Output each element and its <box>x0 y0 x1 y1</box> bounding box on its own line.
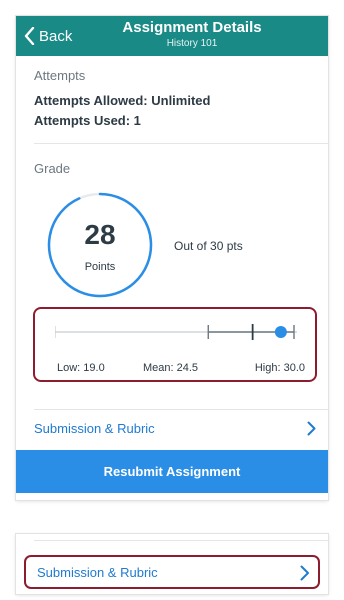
page-title: Assignment Details <box>122 19 262 36</box>
nav-bar: Back Assignment Details History 101 <box>16 16 328 56</box>
grade-out-of: Out of 30 pts <box>174 239 243 253</box>
attempts-allowed: Attempts Allowed: Unlimited <box>34 93 211 108</box>
assignment-details-screen: Back Assignment Details History 101 Atte… <box>16 16 328 500</box>
nav-titles: Assignment Details History 101 <box>96 18 288 50</box>
course-subtitle: History 101 <box>166 38 218 49</box>
score-distribution-track <box>55 324 297 340</box>
submission-rubric-label: Submission & Rubric <box>37 565 158 580</box>
attempts-section-label: Attempts <box>34 68 86 83</box>
resubmit-assignment-button[interactable]: Resubmit Assignment <box>16 450 328 493</box>
grade-section-label: Grade <box>34 161 71 176</box>
submission-rubric-link-highlighted[interactable]: Submission & Rubric <box>24 555 320 589</box>
grade-statistics: Low: 19.0 Mean: 24.5 High: 30.0 <box>33 307 317 382</box>
submission-rubric-callout: Submission & Rubric <box>16 534 328 594</box>
grade-score: 28 <box>84 219 116 250</box>
chevron-left-icon <box>24 27 35 45</box>
submission-rubric-label: Submission & Rubric <box>34 421 155 436</box>
back-button[interactable]: Back <box>24 25 72 47</box>
divider <box>34 540 328 541</box>
submission-rubric-link[interactable]: Submission & Rubric <box>16 409 328 449</box>
chevron-right-icon <box>300 565 310 586</box>
mean-label: Mean: 24.5 <box>143 362 199 374</box>
divider <box>34 143 328 144</box>
attempts-used: Attempts Used: 1 <box>34 113 141 128</box>
back-label: Back <box>39 27 73 45</box>
score-marker <box>274 326 287 338</box>
grade-unit: Points <box>84 261 116 273</box>
low-label: Low: 19.0 <box>57 362 105 374</box>
chevron-right-icon <box>307 421 316 441</box>
high-label: High: 30.0 <box>254 362 305 374</box>
